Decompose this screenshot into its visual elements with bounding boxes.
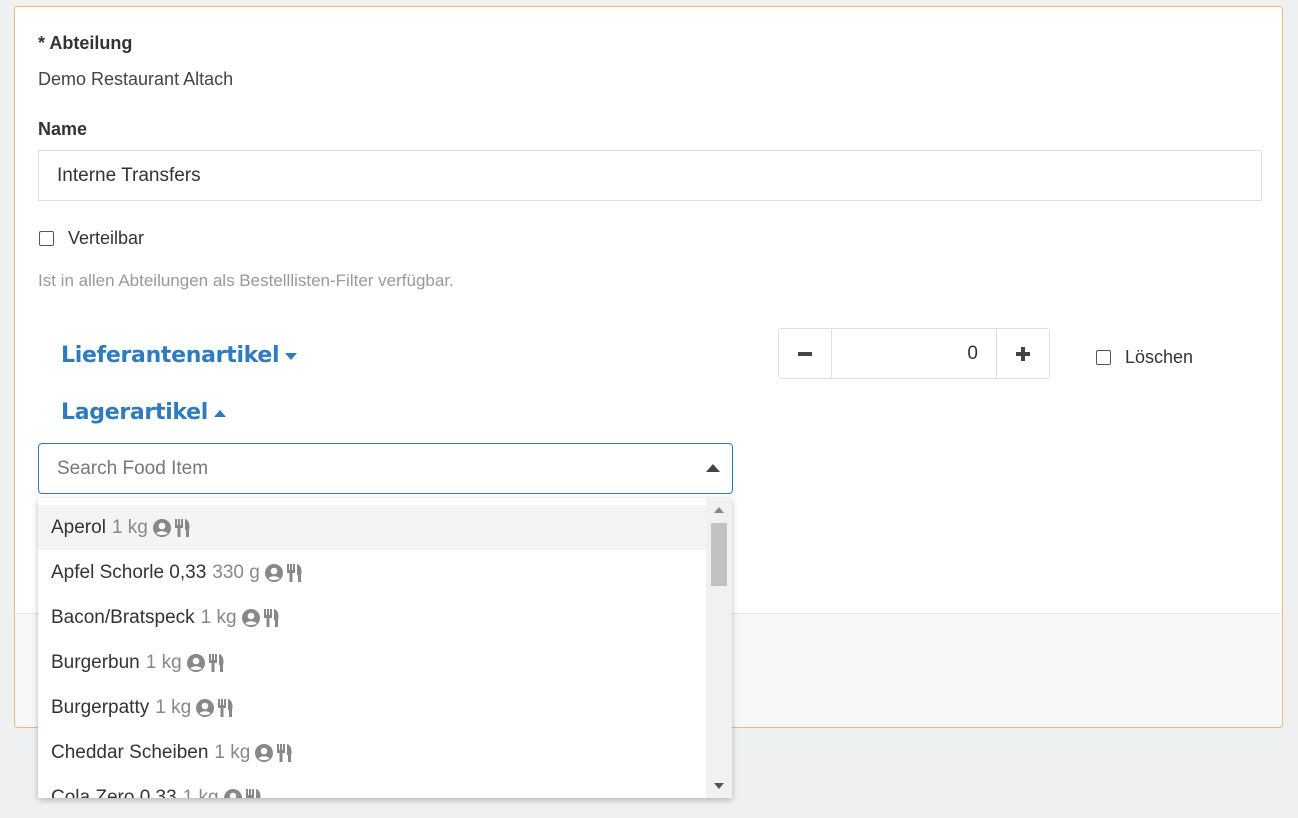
dropdown-option[interactable]: Aperol 1 kg xyxy=(38,505,706,550)
option-icons xyxy=(254,743,294,763)
search-placeholder: Search Food Item xyxy=(57,458,209,479)
utensils-icon xyxy=(276,743,294,763)
quantity-input[interactable]: 0 xyxy=(832,329,996,378)
dropdown-option[interactable]: Apfel Schorle 0,33 330 g xyxy=(38,550,706,595)
supplier-articles-toggle[interactable]: Lieferantenartikel xyxy=(61,343,298,368)
user-circle-icon xyxy=(223,788,243,798)
distributable-checkbox[interactable] xyxy=(39,231,54,246)
utensils-icon xyxy=(263,608,281,628)
user-circle-icon xyxy=(264,563,284,583)
utensils-icon xyxy=(174,518,192,538)
distributable-label: Verteilbar xyxy=(68,228,145,248)
option-icons xyxy=(241,608,281,628)
delete-checkbox[interactable] xyxy=(1096,350,1111,365)
user-circle-icon xyxy=(195,698,215,718)
utensils-icon xyxy=(245,788,263,798)
user-circle-icon xyxy=(186,653,206,673)
utensils-icon xyxy=(286,563,304,583)
name-label: Name xyxy=(38,119,88,139)
distributable-hint: Ist in allen Abteilungen als Bestelllist… xyxy=(38,271,454,290)
department-value: Demo Restaurant Altach xyxy=(38,69,234,89)
user-circle-icon xyxy=(254,743,274,763)
option-icons xyxy=(152,518,192,538)
utensils-icon xyxy=(208,653,226,673)
option-name: Bacon/Bratspeck xyxy=(51,607,195,628)
dropdown-option[interactable]: Burgerpatty 1 kg xyxy=(38,685,706,730)
dropdown-option[interactable]: Bacon/Bratspeck 1 kg xyxy=(38,595,706,640)
option-quantity: 1 kg xyxy=(214,742,251,763)
caret-up-icon[interactable] xyxy=(706,464,720,472)
delete-label: Löschen xyxy=(1125,347,1194,367)
supplier-articles-label: Lieferantenartikel xyxy=(61,343,280,368)
option-name: Burgerpatty xyxy=(51,697,150,718)
chevron-up-icon xyxy=(214,409,227,417)
minus-icon xyxy=(798,351,812,356)
user-circle-icon xyxy=(152,518,172,538)
scroll-down-icon[interactable] xyxy=(714,783,724,789)
stock-articles-label: Lagerartikel xyxy=(61,400,209,425)
increment-button[interactable] xyxy=(996,329,1049,378)
food-item-dropdown: Aperol 1 kg Apfel Schorle 0,33 330 g Bacon/B… xyxy=(38,498,732,798)
utensils-icon xyxy=(217,698,235,718)
stock-articles-toggle[interactable]: Lagerartikel xyxy=(61,400,227,425)
plus-icon xyxy=(1016,346,1030,361)
option-name: Burgerbun xyxy=(51,652,140,673)
option-quantity: 1 kg xyxy=(145,652,182,673)
option-quantity: 1 kg xyxy=(111,517,148,538)
option-name: Apfel Schorle 0,33 xyxy=(51,562,207,583)
option-quantity: 1 kg xyxy=(200,607,237,628)
dropdown-option[interactable]: Cola Zero 0,33 1 kg xyxy=(38,775,706,798)
option-quantity: 330 g xyxy=(212,562,260,583)
option-name: Cheddar Scheiben xyxy=(51,742,209,763)
food-item-search[interactable]: Search Food Item xyxy=(38,443,733,494)
option-quantity: 1 kg xyxy=(155,697,192,718)
user-circle-icon xyxy=(241,608,261,628)
quantity-stepper: 0 xyxy=(778,328,1050,379)
scrollbar-thumb[interactable] xyxy=(711,523,727,586)
name-input[interactable]: Interne Transfers xyxy=(38,150,1262,201)
option-icons xyxy=(223,788,263,798)
option-name: Cola Zero 0,33 xyxy=(51,787,177,798)
chevron-down-icon xyxy=(285,352,298,360)
dropdown-option[interactable]: Cheddar Scheiben 1 kg xyxy=(38,730,706,775)
dropdown-list: Aperol 1 kg Apfel Schorle 0,33 330 g Bacon/B… xyxy=(38,505,706,798)
option-icons xyxy=(186,653,226,673)
option-icons xyxy=(264,563,304,583)
dropdown-scrollbar[interactable] xyxy=(706,498,732,798)
dropdown-option[interactable]: Burgerbun 1 kg xyxy=(38,640,706,685)
option-icons xyxy=(195,698,235,718)
department-label: * Abteilung xyxy=(38,33,133,53)
scroll-up-icon[interactable] xyxy=(714,507,724,513)
decrement-button[interactable] xyxy=(779,329,832,378)
option-quantity: 1 kg xyxy=(182,787,219,798)
option-name: Aperol xyxy=(51,517,106,538)
